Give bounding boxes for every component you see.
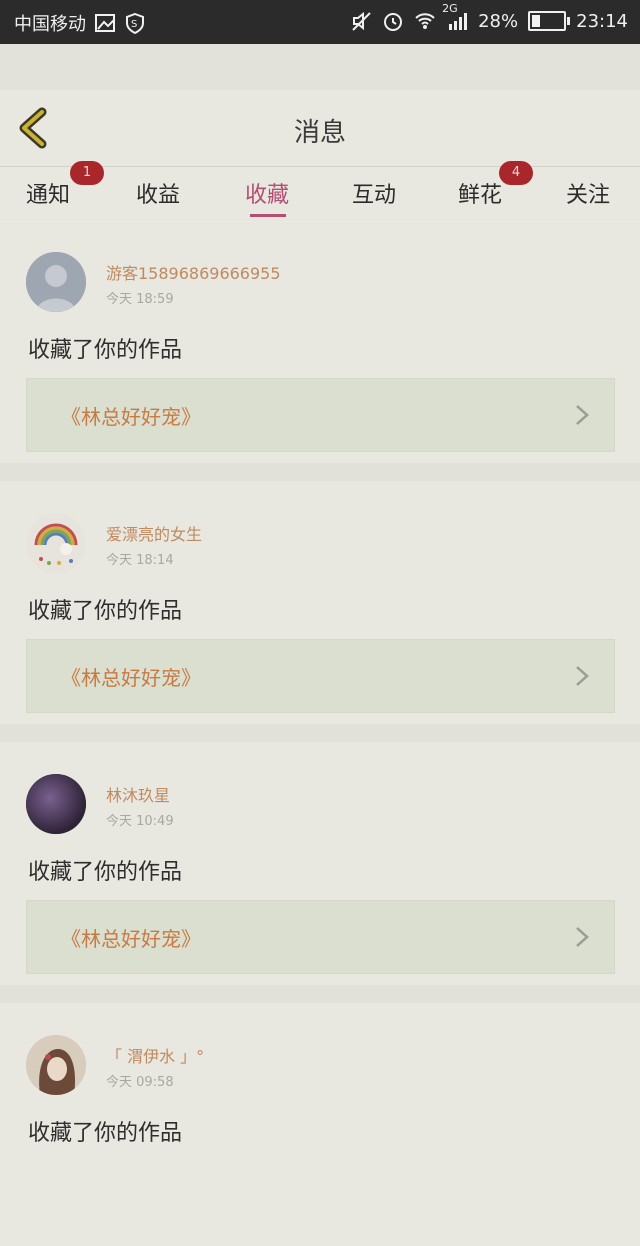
top-band xyxy=(0,44,640,90)
rainbow-avatar-icon xyxy=(26,513,86,573)
tab-follows[interactable]: 关注 xyxy=(566,177,610,209)
shield-icon: S xyxy=(126,12,144,34)
tab-favorites[interactable]: 收藏 xyxy=(245,177,289,209)
dark-purple-avatar-icon xyxy=(26,774,86,834)
avatar[interactable] xyxy=(26,1035,86,1095)
status-left: 中国移动 S xyxy=(14,10,146,36)
notification-badge: 1 xyxy=(70,161,104,185)
avatar[interactable] xyxy=(26,252,86,312)
message-list: 游客15896869666955 今天 18:59 收藏了你的作品 《林总好好宠… xyxy=(0,220,640,1246)
list-item: 爱漂亮的女生 今天 18:14 收藏了你的作品 《林总好好宠》 xyxy=(0,481,640,724)
clock: 23:14 xyxy=(576,10,628,32)
chevron-right-icon xyxy=(576,405,589,425)
timestamp: 今天 09:58 xyxy=(106,1075,174,1090)
work-title: 《林总好好宠》 xyxy=(61,666,201,690)
tab-label: 收益 xyxy=(136,183,181,208)
tab-interactions[interactable]: 互动 xyxy=(352,177,396,209)
svg-text:S: S xyxy=(131,19,137,30)
active-tab-indicator xyxy=(250,214,286,217)
username[interactable]: 「 渭伊水 」° xyxy=(106,1043,204,1067)
tab-label: 关注 xyxy=(566,183,611,208)
avatar[interactable] xyxy=(26,513,86,573)
tab-label: 鲜花 xyxy=(458,183,503,208)
action-text: 收藏了你的作品 xyxy=(28,1121,183,1146)
list-item: 游客15896869666955 今天 18:59 收藏了你的作品 《林总好好宠… xyxy=(0,220,640,463)
divider xyxy=(0,463,640,481)
mute-icon xyxy=(352,11,371,31)
tab-label: 通知 xyxy=(26,183,71,208)
tab-notifications[interactable]: 通知 xyxy=(26,177,70,209)
page-title: 消息 xyxy=(293,118,346,148)
timestamp: 今天 18:14 xyxy=(106,553,174,568)
divider xyxy=(0,985,640,1003)
status-bar: 中国移动 S 2G 28% 23:14 xyxy=(0,0,640,44)
timestamp: 今天 10:49 xyxy=(106,814,174,829)
tab-earnings[interactable]: 收益 xyxy=(136,177,180,209)
photo-avatar-icon xyxy=(26,1035,86,1095)
network-type: 2G xyxy=(442,2,458,15)
username[interactable]: 游客15896869666955 xyxy=(106,260,281,284)
default-avatar-icon xyxy=(26,252,86,312)
work-link[interactable]: 《林总好好宠》 xyxy=(26,639,615,713)
tab-bar: 通知 1 收益 收藏 互动 鲜花 4 关注 xyxy=(0,161,640,219)
list-item: 林沐玖星 今天 10:49 收藏了你的作品 《林总好好宠》 xyxy=(0,742,640,985)
battery-icon xyxy=(528,11,571,31)
timestamp: 今天 18:59 xyxy=(106,292,174,307)
wifi-icon xyxy=(415,13,435,29)
work-link[interactable]: 《林总好好宠》 xyxy=(26,378,615,452)
username[interactable]: 爱漂亮的女生 xyxy=(106,521,202,545)
chevron-right-icon xyxy=(576,927,589,947)
battery-fill xyxy=(532,15,541,27)
tab-label: 收藏 xyxy=(245,183,290,208)
chevron-right-icon xyxy=(576,666,589,686)
alarm-icon xyxy=(384,13,403,31)
username[interactable]: 林沐玖星 xyxy=(106,782,170,806)
work-title: 《林总好好宠》 xyxy=(61,927,201,951)
action-text: 收藏了你的作品 xyxy=(28,599,183,624)
tab-flowers[interactable]: 鲜花 xyxy=(458,177,502,209)
flowers-badge: 4 xyxy=(499,161,533,185)
list-item: 「 渭伊水 」° 今天 09:58 收藏了你的作品 xyxy=(0,1003,640,1246)
battery-tip xyxy=(567,17,571,25)
battery-percent: 28% xyxy=(478,10,519,32)
action-text: 收藏了你的作品 xyxy=(28,338,183,363)
divider xyxy=(0,724,640,742)
carrier-name: 中国移动 xyxy=(14,14,86,35)
action-text: 收藏了你的作品 xyxy=(28,860,183,885)
status-right: 2G 28% 23:14 xyxy=(350,2,628,32)
header: 消息 xyxy=(0,90,640,167)
work-title: 《林总好好宠》 xyxy=(61,405,201,429)
signal-group: 2G xyxy=(442,2,468,32)
avatar[interactable] xyxy=(26,774,86,834)
tab-label: 互动 xyxy=(352,183,397,208)
work-link[interactable]: 《林总好好宠》 xyxy=(26,900,615,974)
image-icon xyxy=(95,14,115,32)
